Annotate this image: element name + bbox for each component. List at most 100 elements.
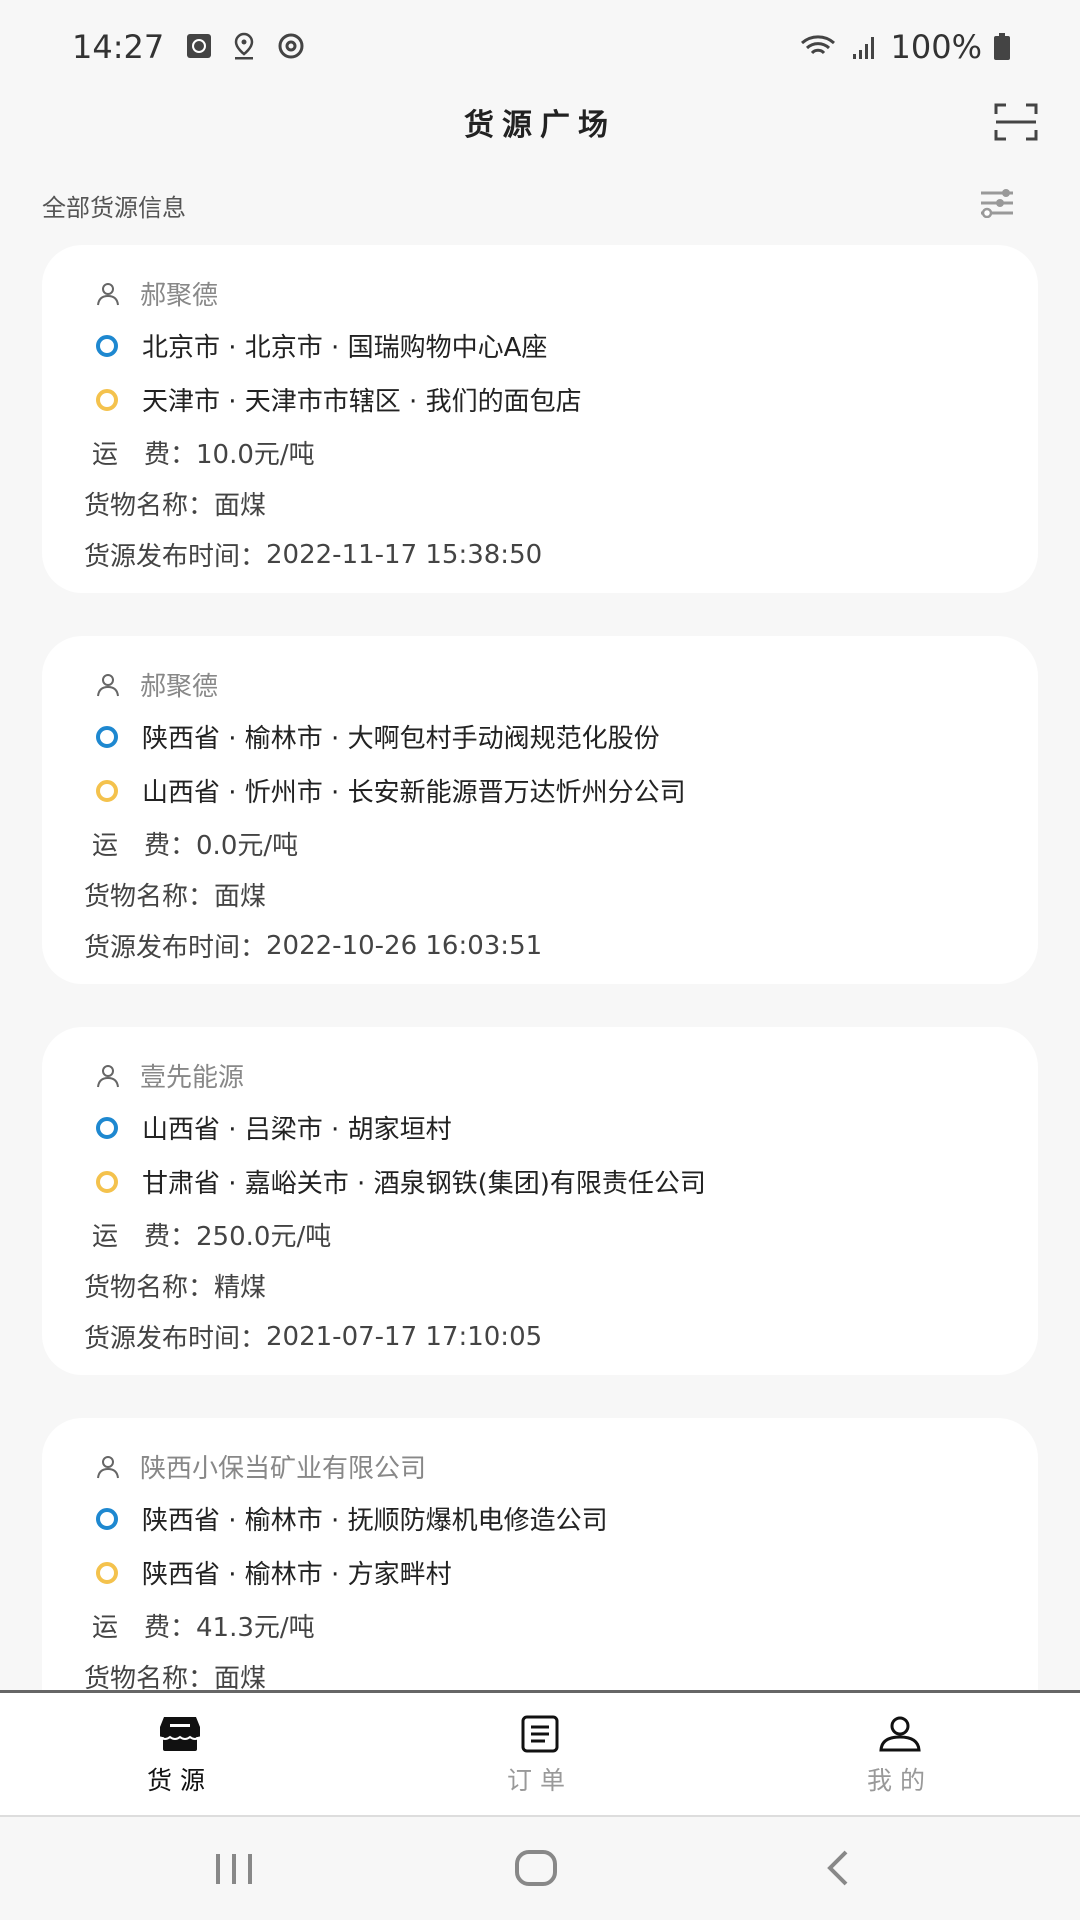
battery-percent: 100% bbox=[890, 28, 982, 66]
cargo-list[interactable]: 郝聚德 北京市 · 北京市 · 国瑞购物中心A座 天津市 · 天津市市辖区 · … bbox=[0, 245, 1080, 1690]
person-icon bbox=[97, 1064, 119, 1087]
fee-label: 运 费： bbox=[92, 831, 197, 861]
fee-label: 运 费： bbox=[92, 1613, 197, 1643]
goods-label: 货物名称： bbox=[84, 1664, 215, 1690]
publisher-name: 郝聚德 bbox=[140, 281, 219, 311]
section-label: 全部货源信息 bbox=[42, 194, 186, 222]
status-bar: 14:27 100% bbox=[0, 0, 1080, 95]
goods-label: 货物名称： bbox=[84, 1273, 215, 1303]
destination-dot-icon bbox=[96, 1561, 118, 1584]
sync-icon bbox=[278, 33, 304, 59]
tab-mine[interactable]: 我的 bbox=[820, 1715, 980, 1797]
goods-value: 面煤 bbox=[214, 491, 267, 521]
tab-label: 我的 bbox=[866, 1766, 933, 1795]
tab-label: 货源 bbox=[146, 1766, 213, 1795]
person-icon bbox=[97, 1455, 119, 1478]
fee-row: 运 费： 41.3元/吨 bbox=[92, 1607, 315, 1644]
user-icon bbox=[879, 1716, 921, 1752]
clock-notification-icon bbox=[187, 34, 211, 58]
goods-label: 货物名称： bbox=[84, 491, 215, 521]
publish-time-row: 货源发布时间： 2021-07-17 17:10:05 bbox=[84, 1318, 542, 1355]
fee-label: 运 费： bbox=[92, 1222, 197, 1252]
publish-time-value: 2022-10-26 16:03:51 bbox=[266, 930, 543, 961]
back-icon[interactable] bbox=[822, 1849, 852, 1887]
bottom-tab-bar: 货源 订单 我的 bbox=[0, 1690, 1080, 1817]
destination-dot-icon bbox=[96, 779, 118, 802]
publish-time-label: 货源发布时间： bbox=[84, 933, 267, 963]
destination-address: 甘肃省 · 嘉峪关市 · 酒泉钢铁(集团)有限责任公司 bbox=[142, 1169, 706, 1199]
fee-row: 运 费： 250.0元/吨 bbox=[92, 1216, 331, 1253]
goods-row: 货物名称： 面煤 bbox=[84, 876, 266, 913]
page-title: 货源广场 bbox=[464, 108, 616, 143]
destination-address: 陕西省 · 榆林市 · 方家畔村 bbox=[142, 1560, 452, 1590]
fee-row: 运 费： 10.0元/吨 bbox=[92, 434, 315, 471]
cargo-card[interactable]: 郝聚德 陕西省 · 榆林市 · 大啊包村手动阀规范化股份 山西省 · 忻州市 ·… bbox=[42, 636, 1038, 984]
publisher-name: 壹先能源 bbox=[140, 1063, 245, 1093]
battery-icon bbox=[994, 33, 1010, 60]
publish-time-label: 货源发布时间： bbox=[84, 1324, 267, 1354]
fee-value: 10.0元/吨 bbox=[196, 440, 315, 470]
origin-row: 北京市 · 北京市 · 国瑞购物中心A座 bbox=[84, 327, 547, 364]
publisher-row: 陕西小保当矿业有限公司 bbox=[84, 1448, 426, 1485]
origin-dot-icon bbox=[96, 1507, 118, 1530]
origin-address: 陕西省 · 榆林市 · 抚顺防爆机电修造公司 bbox=[142, 1506, 608, 1536]
tab-cargo[interactable]: 货源 bbox=[100, 1715, 260, 1797]
goods-row: 货物名称： 精煤 bbox=[84, 1267, 266, 1304]
publish-time-value: 2021-07-17 17:10:05 bbox=[266, 1321, 543, 1352]
location-icon bbox=[234, 32, 254, 60]
destination-address: 山西省 · 忻州市 · 长安新能源晋万达忻州分公司 bbox=[142, 778, 686, 808]
publish-time-row: 货源发布时间： 2022-11-17 15:38:50 bbox=[84, 536, 542, 573]
destination-row: 甘肃省 · 嘉峪关市 · 酒泉钢铁(集团)有限责任公司 bbox=[84, 1163, 706, 1200]
status-time: 14:27 bbox=[72, 28, 165, 66]
publisher-row: 壹先能源 bbox=[84, 1057, 244, 1094]
fee-value: 41.3元/吨 bbox=[196, 1613, 315, 1643]
tab-label: 订单 bbox=[506, 1766, 573, 1795]
scan-icon[interactable] bbox=[994, 102, 1038, 142]
destination-dot-icon bbox=[96, 1170, 118, 1193]
cargo-card[interactable]: 陕西小保当矿业有限公司 陕西省 · 榆林市 · 抚顺防爆机电修造公司 陕西省 ·… bbox=[42, 1418, 1038, 1690]
origin-row: 陕西省 · 榆林市 · 抚顺防爆机电修造公司 bbox=[84, 1500, 608, 1537]
publish-time-value: 2022-11-17 15:38:50 bbox=[266, 539, 543, 570]
publisher-name: 陕西小保当矿业有限公司 bbox=[140, 1454, 427, 1484]
goods-row: 货物名称： 面煤 bbox=[84, 1658, 266, 1690]
fee-label: 运 费： bbox=[92, 440, 197, 470]
goods-row: 货物名称： 面煤 bbox=[84, 485, 266, 522]
destination-row: 陕西省 · 榆林市 · 方家畔村 bbox=[84, 1554, 452, 1591]
goods-label: 货物名称： bbox=[84, 882, 215, 912]
publisher-name: 郝聚德 bbox=[140, 672, 219, 702]
goods-value: 精煤 bbox=[214, 1273, 267, 1303]
origin-row: 山西省 · 吕梁市 · 胡家垣村 bbox=[84, 1109, 452, 1146]
cargo-card[interactable]: 壹先能源 山西省 · 吕梁市 · 胡家垣村 甘肃省 · 嘉峪关市 · 酒泉钢铁(… bbox=[42, 1027, 1038, 1375]
origin-dot-icon bbox=[96, 725, 118, 748]
fee-value: 0.0元/吨 bbox=[196, 831, 299, 861]
destination-row: 天津市 · 天津市市辖区 · 我们的面包店 bbox=[84, 381, 582, 418]
person-icon bbox=[97, 282, 119, 305]
origin-address: 山西省 · 吕梁市 · 胡家垣村 bbox=[142, 1115, 452, 1145]
cargo-card[interactable]: 郝聚德 北京市 · 北京市 · 国瑞购物中心A座 天津市 · 天津市市辖区 · … bbox=[42, 245, 1038, 593]
origin-address: 北京市 · 北京市 · 国瑞购物中心A座 bbox=[142, 333, 548, 363]
destination-address: 天津市 · 天津市市辖区 · 我们的面包店 bbox=[142, 387, 582, 417]
publisher-row: 郝聚德 bbox=[84, 275, 218, 312]
recent-apps-icon[interactable] bbox=[214, 1852, 254, 1886]
destination-dot-icon bbox=[96, 388, 118, 411]
clipboard-icon bbox=[521, 1715, 559, 1753]
publisher-row: 郝聚德 bbox=[84, 666, 218, 703]
home-icon[interactable] bbox=[514, 1849, 558, 1887]
publish-time-label: 货源发布时间： bbox=[84, 542, 267, 572]
goods-value: 面煤 bbox=[214, 882, 267, 912]
origin-address: 陕西省 · 榆林市 · 大啊包村手动阀规范化股份 bbox=[142, 724, 660, 754]
publish-time-row: 货源发布时间： 2022-10-26 16:03:51 bbox=[84, 927, 542, 964]
person-icon bbox=[97, 673, 119, 696]
fee-row: 运 费： 0.0元/吨 bbox=[92, 825, 298, 862]
wifi-icon bbox=[800, 35, 835, 55]
tab-orders[interactable]: 订单 bbox=[460, 1715, 620, 1797]
filter-icon[interactable] bbox=[980, 188, 1014, 218]
goods-value: 面煤 bbox=[214, 1664, 267, 1690]
system-nav-bar bbox=[0, 1819, 1080, 1920]
destination-row: 山西省 · 忻州市 · 长安新能源晋万达忻州分公司 bbox=[84, 772, 686, 809]
origin-row: 陕西省 · 榆林市 · 大啊包村手动阀规范化股份 bbox=[84, 718, 660, 755]
store-icon bbox=[159, 1717, 201, 1751]
fee-value: 250.0元/吨 bbox=[196, 1222, 332, 1252]
origin-dot-icon bbox=[96, 334, 118, 357]
origin-dot-icon bbox=[96, 1116, 118, 1139]
